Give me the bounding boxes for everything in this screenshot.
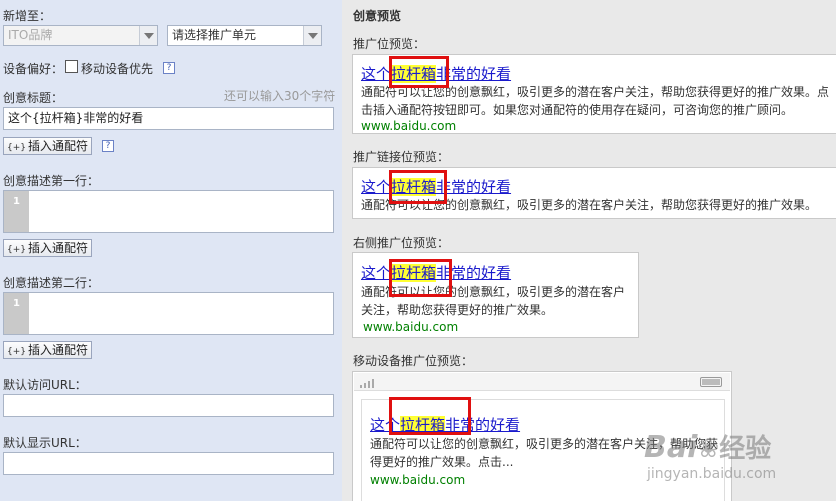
device-preference-label: 设备偏好： [3,62,64,76]
section-label-right: 右侧推广位预览： [353,236,450,250]
annotation-box [389,170,447,204]
unit-select[interactable]: 请选择推广单元 [167,25,322,46]
annotation-box [389,397,471,435]
display-url-input[interactable] [3,452,334,475]
watermark-url: jingyan.baidu.com [647,466,777,482]
plan-select-value: ITO品牌 [8,28,53,42]
ad-description: 通配符可以让您的创意飘红，吸引更多的潜在客户关注，帮助您获得更好的推广效果。点击… [361,85,830,117]
mobile-priority-checkbox[interactable] [65,60,78,73]
creative-title-label: 创意标题： [3,91,64,105]
battery-icon [700,377,722,387]
desc-line1-textarea[interactable]: 1 [3,190,334,233]
ad-url: www.baidu.com [363,320,459,334]
signal-icon [360,377,378,388]
title-char-hint: 还可以输入30个字符 [224,89,336,103]
annotation-box [389,56,449,88]
line-number: 1 [4,293,29,334]
preview-heading: 创意预览 [353,9,402,23]
wildcard-icon: {+} [7,245,26,255]
insert-wildcard-label: 插入通配符 [28,139,89,153]
help-icon[interactable]: ? [102,140,114,152]
help-icon[interactable]: ? [163,62,175,74]
desc-line2-textarea[interactable]: 1 [3,292,334,335]
insert-wildcard-label: 插入通配符 [28,343,89,357]
annotation-box [389,259,452,297]
insert-wildcard-button-desc2[interactable]: {+} 插入通配符 [3,341,93,359]
ad-url: www.baidu.com [370,473,466,487]
display-url-label: 默认显示URL： [3,436,87,450]
section-label-main: 推广位预览： [353,37,426,51]
watermark-brand: Bai❀经验 [644,430,772,465]
creative-title-input[interactable]: 这个{拉杆箱}非常的好看 [3,107,334,130]
desc-line1-label: 创意描述第一行： [3,174,100,188]
mobile-status-bar [354,373,730,391]
wildcard-icon: {+} [7,143,26,153]
unit-select-value: 请选择推广单元 [172,28,257,42]
line-number: 1 [4,191,29,232]
paw-icon: ❀ [697,434,720,464]
visit-url-label: 默认访问URL： [3,378,87,392]
section-label-link: 推广链接位预览： [353,150,450,164]
mobile-priority-label: 移动设备优先 [81,62,154,76]
insert-wildcard-button-title[interactable]: {+} 插入通配符 [3,137,93,155]
wildcard-icon: {+} [7,347,26,357]
visit-url-input[interactable] [3,394,334,417]
ad-url: www.baidu.com [361,119,457,133]
add-to-label: 新增至： [3,9,52,23]
plan-select[interactable]: ITO品牌 [3,25,158,46]
desc-line2-label: 创意描述第二行： [3,276,100,290]
insert-wildcard-label: 插入通配符 [28,241,89,255]
chevron-down-icon [303,26,321,45]
creative-editor-panel: 新增至： ITO品牌 请选择推广单元 设备偏好： 移动设备优先 ? 创意标题： … [0,0,342,501]
chevron-down-icon [139,26,157,45]
insert-wildcard-button-desc1[interactable]: {+} 插入通配符 [3,239,93,257]
section-label-mobile: 移动设备推广位预览： [353,354,474,368]
